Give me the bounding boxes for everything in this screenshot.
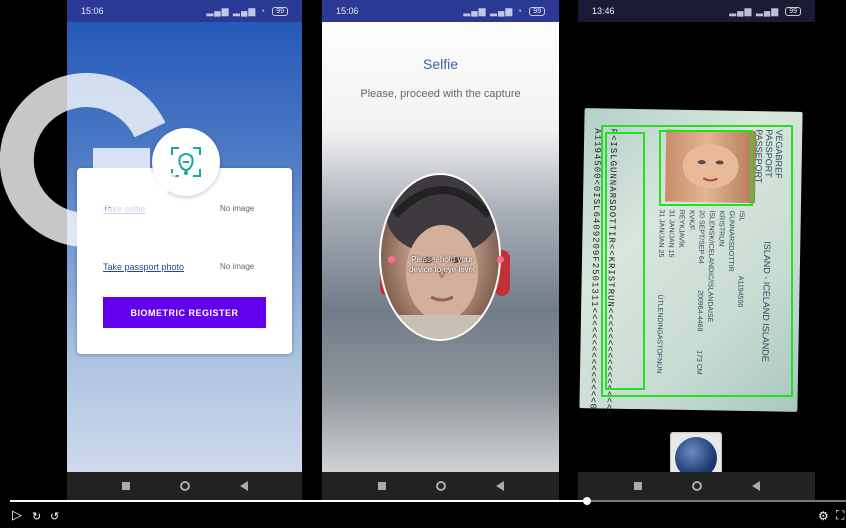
take-selfie-link[interactable]: Take selfie [103, 204, 146, 214]
status-bar: 15:06 ▂▄▆ ▂▄▆ ◔ 99 [67, 0, 302, 22]
signal-icon: ▂▄▆ ▂▄▆ [729, 5, 780, 16]
video-player-controls: ▷ ↻ ↺ ⚙ ⛶ [0, 497, 846, 528]
app-panel-passport: 13:46 ▂▄▆ ▂▄▆ 99 P<ISLGUNNARSDOTTIR<<KRI… [578, 0, 815, 500]
replay-icon[interactable]: ↺ [50, 510, 59, 523]
take-passport-link[interactable]: Take passport photo [103, 262, 184, 272]
biometric-register-button[interactable]: BIOMETRIC REGISTER [103, 297, 266, 328]
page-subtitle: Please, proceed with the capture [360, 88, 521, 100]
battery-icon: 99 [785, 6, 801, 16]
signal-icon: ▂▄▆ ▂▄▆ ◔ [463, 5, 524, 16]
status-time: 13:46 [592, 6, 615, 16]
app-panel-selfie: 15:06 ▂▄▆ ▂▄▆ ◔ 99 Selfie Please, procee… [322, 0, 559, 500]
progress-handle[interactable] [583, 497, 591, 505]
back-icon[interactable] [751, 481, 760, 491]
android-nav-bar [578, 472, 815, 500]
status-bar: 13:46 ▂▄▆ ▂▄▆ 99 [578, 0, 815, 22]
android-nav-bar [322, 472, 559, 500]
selfie-status: No image [220, 204, 255, 213]
home-icon[interactable] [435, 481, 446, 491]
back-icon[interactable] [239, 481, 248, 491]
capture-hint: Please, hold your device to eye level [409, 255, 475, 274]
progress-fill [10, 500, 587, 502]
home-icon[interactable] [691, 481, 702, 491]
face-detect-box [659, 130, 753, 206]
guide-marker-right [497, 256, 504, 263]
play-icon[interactable]: ▷ [12, 507, 22, 523]
status-bar: 15:06 ▂▄▆ ▂▄▆ ◔ 99 [322, 0, 559, 22]
recents-icon[interactable] [633, 482, 642, 490]
fullscreen-icon[interactable]: ⛶ [836, 508, 844, 523]
battery-icon: 99 [529, 6, 545, 16]
recents-icon[interactable] [121, 482, 130, 490]
back-icon[interactable] [495, 481, 504, 491]
face-scan-icon [152, 128, 220, 196]
mrz-detect-box [605, 132, 645, 390]
app-panel-register: 15:06 ▂▄▆ ▂▄▆ ◔ 99 Take selfie No image … [67, 0, 302, 500]
status-time: 15:06 [336, 6, 359, 16]
recents-icon[interactable] [377, 482, 386, 490]
next-icon[interactable]: ↻ [32, 510, 41, 523]
passport-status: No image [220, 262, 255, 271]
home-icon[interactable] [179, 481, 190, 491]
android-nav-bar [67, 472, 302, 500]
settings-icon[interactable]: ⚙ [818, 509, 829, 523]
page-title: Selfie [422, 56, 459, 72]
battery-icon: 99 [272, 6, 288, 16]
signal-icon: ▂▄▆ ▂▄▆ ◔ [206, 5, 267, 16]
guide-marker-left [388, 256, 395, 263]
status-time: 15:06 [81, 6, 104, 16]
